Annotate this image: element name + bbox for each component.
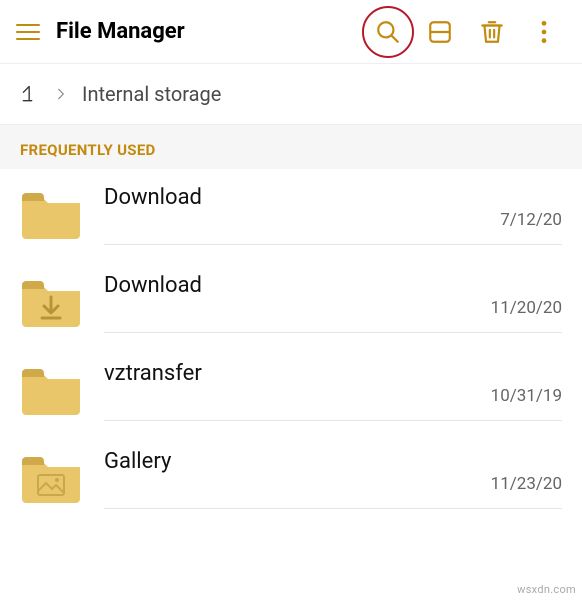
- item-date: 11/20/20: [491, 298, 562, 318]
- watermark: wsxdn.com: [517, 583, 576, 596]
- folder-image-icon: [20, 453, 82, 503]
- item-name: Gallery: [104, 449, 562, 474]
- section-title: FREQUENTLY USED: [20, 141, 562, 159]
- breadcrumb-location[interactable]: Internal storage: [82, 82, 221, 106]
- item-date: 11/23/20: [491, 474, 562, 494]
- folder-list: Download 7/12/20 Download 11/20/20 vztra…: [0, 169, 582, 521]
- more-vertical-icon: [540, 19, 548, 45]
- list-item[interactable]: vztransfer 10/31/19: [0, 345, 582, 433]
- view-toggle-button[interactable]: [414, 6, 466, 58]
- section-header: FREQUENTLY USED: [0, 124, 582, 169]
- trash-button[interactable]: [466, 6, 518, 58]
- folder-download-icon: [20, 277, 82, 327]
- item-name: Download: [104, 273, 562, 298]
- search-highlight-circle: [362, 6, 414, 58]
- app-title: File Manager: [56, 19, 185, 44]
- item-date: 7/12/20: [500, 210, 562, 230]
- item-name: Download: [104, 185, 562, 210]
- app-toolbar: File Manager: [0, 0, 582, 64]
- folder-icon: [20, 365, 82, 415]
- trash-icon: [479, 19, 505, 45]
- item-date: 10/31/19: [491, 386, 562, 406]
- breadcrumb[interactable]: Internal storage: [0, 64, 582, 124]
- chevron-right-icon: [54, 87, 68, 101]
- list-item[interactable]: Gallery 11/23/20: [0, 433, 582, 521]
- folder-icon: [20, 189, 82, 239]
- up-level-icon[interactable]: [20, 84, 40, 104]
- search-icon: [375, 19, 401, 45]
- search-button[interactable]: [362, 6, 414, 58]
- more-button[interactable]: [518, 6, 570, 58]
- view-split-icon: [427, 19, 453, 45]
- list-item[interactable]: Download 11/20/20: [0, 257, 582, 345]
- item-name: vztransfer: [104, 361, 562, 386]
- list-item[interactable]: Download 7/12/20: [0, 169, 582, 257]
- menu-icon[interactable]: [12, 16, 44, 48]
